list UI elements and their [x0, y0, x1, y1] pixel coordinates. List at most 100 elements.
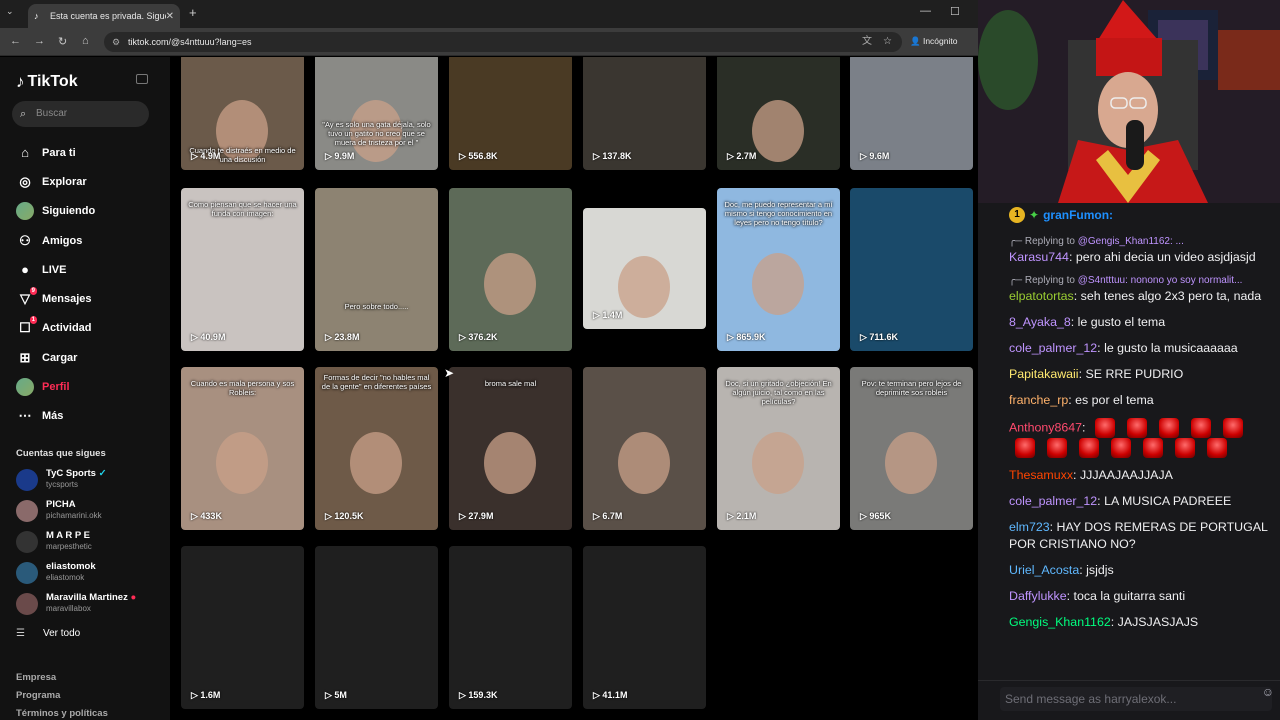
- close-tab-icon[interactable]: ✕: [166, 11, 174, 22]
- video-thumbnail[interactable]: ▷ 6.7M: [583, 367, 706, 530]
- chat-username[interactable]: Gengis_Khan1162: [1009, 615, 1111, 629]
- video-thumbnail[interactable]: ▷ 1.4M: [583, 208, 706, 329]
- menu-item-0[interactable]: ⌂ Para ti: [16, 138, 166, 167]
- video-thumbnail[interactable]: ▷ 711.6K: [850, 188, 973, 351]
- siren-emote-icon[interactable]: [1175, 438, 1195, 458]
- chat-username[interactable]: Daffylukke: [1009, 589, 1067, 603]
- reply-context[interactable]: ╭─ Replying to @Gengis_Khan1162: ...: [1009, 236, 1280, 248]
- reload-icon[interactable]: ↻: [58, 35, 67, 48]
- account-handle: marpesthetic: [46, 542, 92, 551]
- chat-username[interactable]: Uriel_Acosta: [1009, 563, 1079, 577]
- video-thumbnail[interactable]: Como piensan que se hacer una funda con …: [181, 188, 304, 351]
- menu-item-8[interactable]: Perfil: [16, 372, 166, 401]
- video-thumbnail[interactable]: Doc, me puedo representar a mí mismo si …: [717, 188, 840, 351]
- menu-item-5[interactable]: ▽ 9 Mensajes: [16, 284, 166, 313]
- video-thumbnail[interactable]: ▷ 159.3K: [449, 546, 572, 709]
- chat-text: es por el tema: [1075, 393, 1154, 407]
- chat-message-input[interactable]: Send message as harryalexok...: [1000, 687, 1272, 711]
- site-info-icon[interactable]: ⚙: [112, 32, 120, 52]
- footer-link-programa[interactable]: Programa: [16, 690, 60, 701]
- video-thumbnail[interactable]: Formas de decir "no hables mal de la gen…: [315, 367, 438, 530]
- video-thumbnail[interactable]: Pov: te terminan pero lejos de deprimirt…: [850, 367, 973, 530]
- followed-account[interactable]: M A R P Emarpesthetic: [16, 529, 166, 555]
- menu-item-3[interactable]: ⚇ Amigos: [16, 226, 166, 255]
- siren-emote-icon[interactable]: [1207, 438, 1227, 458]
- chat-username[interactable]: franche_rp: [1009, 393, 1068, 407]
- video-thumbnail[interactable]: ▷ 9.6M: [850, 57, 973, 170]
- url-field[interactable]: ⚙ tiktok.com/@s4nttuuu?lang=es 文 ☆: [104, 32, 902, 52]
- browser-tab[interactable]: ♪ Esta cuenta es privada. Sigue a ✕: [28, 4, 180, 28]
- search-input[interactable]: ⌕ Buscar: [12, 101, 149, 127]
- siren-emote-icon[interactable]: [1222, 418, 1243, 438]
- followed-account[interactable]: TyC Sports ✓ tycsports: [16, 467, 166, 493]
- video-thumbnail[interactable]: Cuando te distraés en medio de una discu…: [181, 57, 304, 170]
- view-count-text: 865.9K: [736, 332, 766, 342]
- chat-username[interactable]: cole_palmer_12: [1009, 341, 1097, 355]
- chat-username[interactable]: cole_palmer_12: [1009, 494, 1097, 508]
- reply-context[interactable]: ╭─ Replying to @S4ntttuu: nonono yo soy …: [1009, 275, 1280, 287]
- menu-item-9[interactable]: ⋯ Más: [16, 402, 166, 431]
- followed-account[interactable]: eliastomok eliastomok: [16, 560, 166, 586]
- play-icon: ▷: [325, 690, 335, 700]
- view-count-text: 711.6K: [869, 332, 898, 342]
- chat-username[interactable]: Anthony8647: [1009, 420, 1082, 434]
- chat-username[interactable]: 8_Ayaka_8: [1009, 315, 1071, 329]
- see-all-button[interactable]: ☰ Ver todo: [16, 628, 80, 639]
- chat-username[interactable]: Thesamuxx: [1009, 468, 1073, 482]
- video-thumbnail[interactable]: ▷ 2.7M: [717, 57, 840, 170]
- video-thumbnail[interactable]: Pero sobre todo..... ▷ 23.8M: [315, 188, 438, 351]
- bookmark-star-icon[interactable]: ☆: [883, 32, 892, 52]
- new-tab-icon[interactable]: +: [189, 5, 197, 20]
- chat-username[interactable]: elpatotortas: [1009, 289, 1074, 303]
- video-thumbnail[interactable]: Cuando es mala persona y sos Robleis: ▷ 4…: [181, 367, 304, 530]
- footer-link-empresa[interactable]: Empresa: [16, 672, 56, 683]
- video-thumbnail[interactable]: Doc, si un gritado ¿objeción! En algún j…: [717, 367, 840, 530]
- siren-emote-icon[interactable]: [1094, 418, 1115, 438]
- chat-username[interactable]: Karasu744: [1009, 250, 1069, 264]
- video-thumbnail[interactable]: ▷ 556.8K: [449, 57, 572, 170]
- maximize-icon[interactable]: ☐: [950, 5, 960, 18]
- menu-item-6[interactable]: ☐ 1 Actividad: [16, 314, 166, 343]
- tab-list-chevron-icon[interactable]: ⌄: [6, 6, 14, 17]
- collapse-sidebar-icon[interactable]: [136, 74, 148, 84]
- chat-username[interactable]: Papitakawaii: [1009, 367, 1079, 381]
- siren-emote-icon[interactable]: [1190, 418, 1211, 438]
- upload-icon: ⊞: [19, 349, 31, 365]
- play-icon: ▷: [191, 690, 201, 700]
- siren-emote-icon[interactable]: [1143, 438, 1163, 458]
- menu-item-2[interactable]: Siguiendo: [16, 197, 166, 226]
- menu-item-4[interactable]: ● LIVE: [16, 255, 166, 284]
- top-chatter[interactable]: 1 ✦ granFumon:: [1009, 207, 1113, 223]
- forward-icon[interactable]: →: [34, 35, 45, 47]
- video-thumbnail[interactable]: broma sale mal ▷ 27.9M: [449, 367, 572, 530]
- video-thumbnail[interactable]: ▷ 376.2K: [449, 188, 572, 351]
- video-thumbnail[interactable]: "Ay es solo una gata déjala, solo tuvo u…: [315, 57, 438, 170]
- siren-emote-icon[interactable]: [1158, 418, 1179, 438]
- video-thumbnail[interactable]: ▷ 41.1M: [583, 546, 706, 709]
- view-count-text: 965K: [869, 511, 891, 521]
- incognito-indicator[interactable]: 👤 Incógnito: [910, 36, 957, 47]
- siren-emote-icon[interactable]: [1126, 418, 1147, 438]
- chat-text: JAJSJASJAJS: [1117, 615, 1199, 629]
- footer-link-terms[interactable]: Términos y políticas: [16, 708, 108, 719]
- tiktok-logo[interactable]: ♪ TikTok: [16, 72, 78, 92]
- siren-emote-icon[interactable]: [1111, 438, 1131, 458]
- emote-picker-icon[interactable]: ☺: [1262, 685, 1274, 699]
- menu-item-1[interactable]: ◎ Explorar: [16, 167, 166, 196]
- chat-username[interactable]: elm723: [1009, 520, 1050, 534]
- followed-account[interactable]: Maravilla Martinez ● maravillabox: [16, 591, 166, 617]
- screen: ⌄ ♪ Esta cuenta es privada. Sigue a ✕ + …: [0, 0, 1280, 720]
- menu-item-label: Más: [42, 410, 64, 423]
- siren-emote-icon[interactable]: [1079, 438, 1099, 458]
- minimize-icon[interactable]: —: [920, 5, 931, 17]
- translate-icon[interactable]: 文: [862, 32, 872, 52]
- home-icon[interactable]: ⌂: [82, 35, 89, 47]
- followed-account[interactable]: PICHA pichamarini.okk: [16, 498, 166, 524]
- video-thumbnail[interactable]: ▷ 1.6M: [181, 546, 304, 709]
- video-thumbnail[interactable]: ▷ 137.8K: [583, 57, 706, 170]
- back-icon[interactable]: ←: [10, 35, 21, 47]
- menu-item-7[interactable]: ⊞ Cargar: [16, 343, 166, 372]
- siren-emote-icon[interactable]: [1047, 438, 1067, 458]
- siren-emote-icon[interactable]: [1015, 438, 1035, 458]
- video-thumbnail[interactable]: ▷ 5M: [315, 546, 438, 709]
